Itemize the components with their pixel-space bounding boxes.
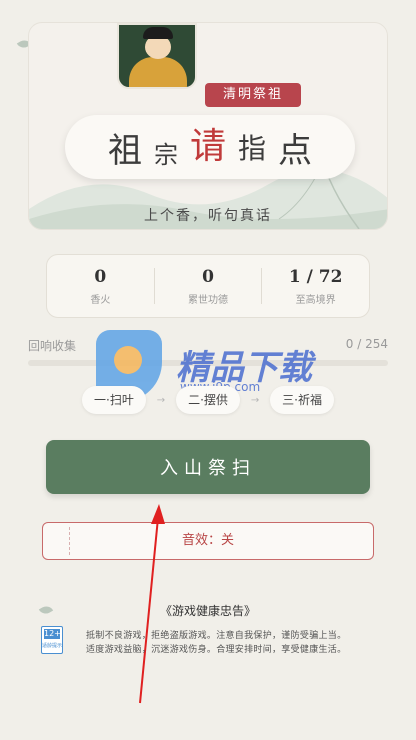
stat-label: 至高境界 [295, 294, 336, 306]
enter-mountain-button[interactable]: 入山祭扫 [46, 440, 370, 494]
age-rating-badge: 12+ 适龄提示 [41, 626, 63, 654]
arrow-right-icon: → [250, 394, 260, 406]
stat-merit: 0 累世功德 [155, 267, 262, 306]
stat-label: 累世功德 [188, 294, 228, 306]
stat-value: 0 [202, 266, 214, 287]
step-indicator: 一·扫叶 → 二·摆供 → 三·祈福 [82, 386, 334, 414]
stat-value: 1 / 72 [288, 266, 343, 287]
title-char: 宗 [153, 140, 178, 169]
stat-realm: 1 / 72 至高境界 [262, 267, 369, 306]
collection-count: 0 / 254 [345, 337, 388, 351]
subtitle: 上个香，听句真话 [144, 208, 272, 224]
step-offerings[interactable]: 二·摆供 [176, 386, 240, 414]
stat-label: 香火 [90, 294, 111, 306]
step-pray[interactable]: 三·祈福 [270, 386, 334, 414]
health-notice-title: 《游戏健康忠告》 [159, 604, 256, 618]
health-notice-line: 适度游戏益脑，沉迷游戏伤身。合理安排时间，享受健康生活。 [86, 645, 347, 655]
stat-incense: 0 香火 [47, 267, 154, 306]
sound-toggle-button[interactable]: 音效：关 [42, 522, 374, 560]
title-char: 祖 [107, 130, 142, 171]
age-rating-caption: 适龄提示 [42, 643, 63, 649]
ancestor-portrait [117, 23, 197, 89]
title-char: 指 [238, 132, 267, 165]
title-char: 点 [278, 130, 313, 171]
health-notice-line: 抵制不良游戏，拒绝盗版游戏。注意自我保护，谨防受骗上当。 [86, 631, 347, 641]
page-title: 祖 宗 请 指 点 [65, 115, 355, 179]
age-rating: 12+ [44, 629, 61, 639]
title-char: 请 [189, 126, 226, 167]
arrow-right-icon: → [156, 394, 166, 406]
stat-value: 0 [94, 266, 107, 287]
stats-panel: 0 香火 0 累世功德 1 / 72 至高境界 [46, 254, 370, 318]
event-badge: 清明祭祖 [205, 83, 301, 107]
step-sweep[interactable]: 一·扫叶 [82, 386, 146, 414]
collection-label: 回响收集 [28, 339, 77, 353]
hero-card: 清明祭祖 祖 宗 请 指 点 上个香，听句真话 [28, 22, 388, 230]
